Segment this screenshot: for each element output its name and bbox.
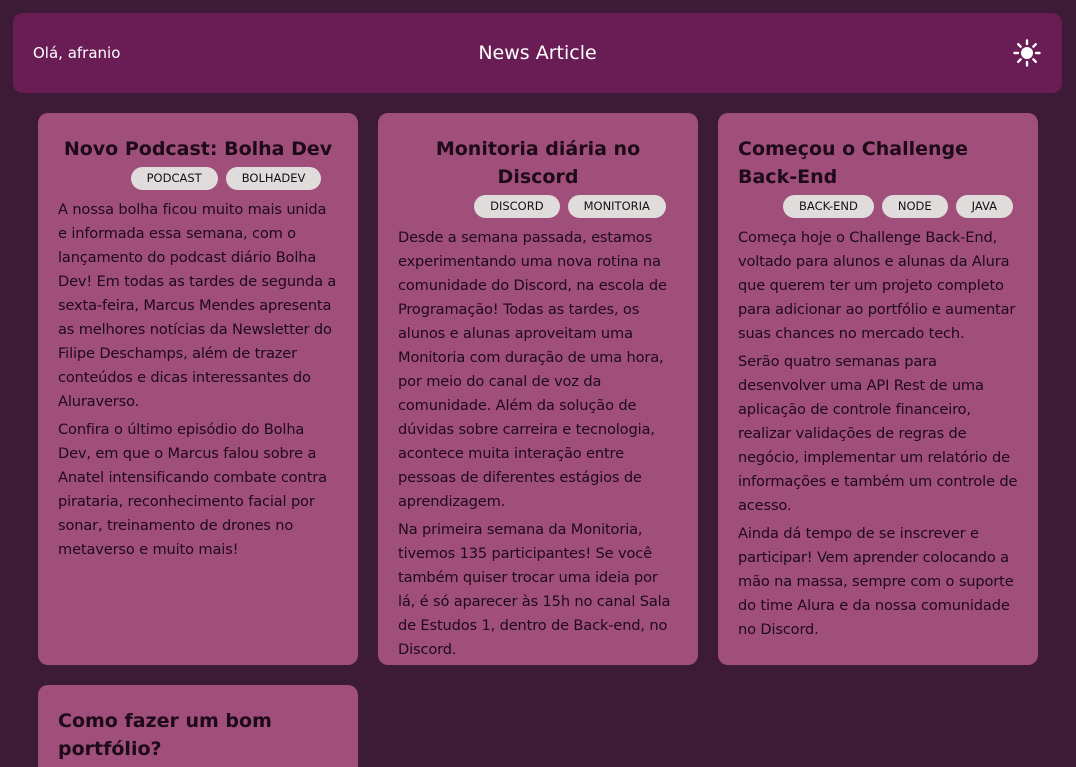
page-title: News Article <box>478 42 597 64</box>
user-greeting: Olá, afranio <box>33 44 121 62</box>
tag-chip[interactable]: MONITORIA <box>567 195 666 218</box>
tag-chip[interactable]: PODCAST <box>130 167 218 190</box>
article-card: Novo Podcast: Bolha Dev PODCAST BOLHADEV… <box>38 113 358 665</box>
article-card: Começou o Challenge Back-End BACK-END NO… <box>718 113 1038 665</box>
article-paragraph: Confira o último episódio do Bolha Dev, … <box>58 421 327 558</box>
article-paragraph: Ainda dá tempo de se inscrever e partici… <box>738 525 1014 638</box>
tag-list: BACK-END NODE JAVA <box>738 195 1018 218</box>
article-title: Como fazer um bom portfólio? <box>58 710 272 760</box>
article-card: Monitoria diária no Discord DISCORD MONI… <box>378 113 698 665</box>
article-title: Começou o Challenge Back-End <box>738 138 969 188</box>
article-paragraph: Na primeira semana da Monitoria, tivemos… <box>398 521 671 658</box>
tag-chip[interactable]: DISCORD <box>474 195 560 218</box>
article-paragraph: Começa hoje o Challenge Back-End, voltad… <box>738 229 1016 342</box>
tag-chip[interactable]: NODE <box>881 195 948 218</box>
article-title: Monitoria diária no Discord <box>435 138 641 188</box>
article-paragraph: Serão quatro semanas para desenvolver um… <box>738 353 1018 514</box>
tag-chip[interactable]: BOLHADEV <box>225 167 322 190</box>
article-paragraph: A nossa bolha ficou muito mais unida e i… <box>58 201 337 410</box>
article-paragraph: Desde a semana passada, estamos experime… <box>398 229 667 510</box>
tag-chip[interactable]: JAVA <box>955 195 1013 218</box>
app-header: Olá, afranio News Article <box>13 13 1062 93</box>
sun-icon <box>1013 39 1041 67</box>
theme-toggle-button[interactable] <box>1012 38 1042 68</box>
article-card: Como fazer um bom portfólio? <box>38 685 358 767</box>
tag-chip[interactable]: BACK-END <box>783 195 874 218</box>
article-title: Novo Podcast: Bolha Dev <box>63 138 333 160</box>
tag-list: PODCAST BOLHADEV <box>58 167 338 190</box>
tag-list: DISCORD MONITORIA <box>398 195 678 218</box>
